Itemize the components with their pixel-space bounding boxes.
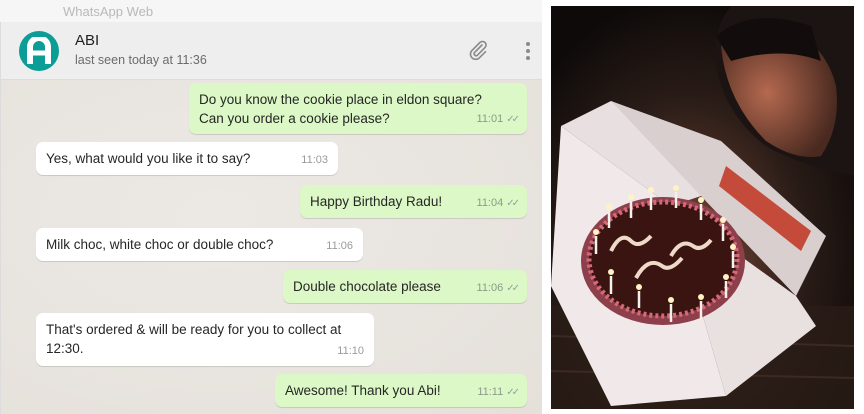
message-time: 11:10 [337,345,364,357]
message-time: 11:04 [476,197,504,209]
message-text: Happy Birthday Radu! [310,194,443,209]
message-text: Milk choc, white choc or double choc? [46,237,274,252]
message-bubble-incoming[interactable]: Yes, what would you like it to say? 11:0… [36,142,338,175]
message-time: 11:03 [301,154,328,166]
message-time: 11:11 [477,386,504,398]
window-titlebar: WhatsApp Web [0,0,542,22]
message-text: Do you know the cookie place in eldon sq… [199,92,482,107]
message-text: Can you order a cookie please? [199,111,390,126]
message-bubble-outgoing[interactable]: Do you know the cookie place in eldon sq… [189,83,527,134]
message-bubble-outgoing[interactable]: Double chocolate please 11:06 ✓✓ [283,270,527,303]
message-text: Double chocolate please [293,279,441,294]
message-text: 12:30. [46,341,84,356]
double-check-icon: ✓✓ [506,283,520,294]
message-text: That's ordered & will be ready for you t… [46,322,342,337]
double-check-icon: ✓✓ [506,198,520,209]
message-text: Yes, what would you like it to say? [46,151,251,166]
double-check-icon: ✓✓ [506,387,520,398]
paperclip-icon[interactable] [467,39,489,61]
contact-last-seen: last seen today at 11:36 [75,53,207,67]
message-time: 11:01 [476,113,504,125]
chat-panel[interactable]: Do you know the cookie place in eldon sq… [0,80,542,414]
avatar-letter-icon [27,37,51,64]
message-bubble-incoming[interactable]: Milk choc, white choc or double choc? 11… [36,228,363,261]
message-time: 11:06 [476,282,504,294]
window-title: WhatsApp Web [63,4,154,19]
message-bubble-outgoing[interactable]: Awesome! Thank you Abi! 11:11 ✓✓ [275,374,527,407]
message-time: 11:06 [326,240,353,252]
contact-name[interactable]: ABI [75,32,99,49]
chat-header[interactable]: ABI last seen today at 11:36 [0,22,542,80]
birthday-cake-photo [551,6,854,409]
whatsapp-window: WhatsApp Web ABI last seen today at 11:3… [0,0,542,414]
vertical-dots-icon[interactable] [521,40,535,62]
message-bubble-outgoing[interactable]: Happy Birthday Radu! 11:04 ✓✓ [300,185,527,218]
contact-avatar[interactable] [19,31,59,71]
message-text: Awesome! Thank you Abi! [285,383,441,398]
message-bubble-incoming[interactable]: That's ordered & will be ready for you t… [36,313,374,366]
double-check-icon: ✓✓ [506,114,520,125]
